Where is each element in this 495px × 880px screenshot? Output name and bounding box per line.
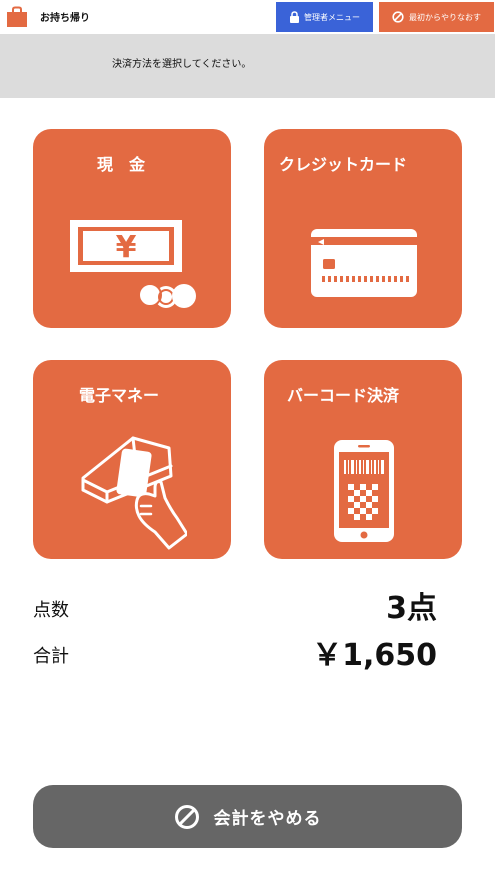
yen-symbol: ¥: [116, 230, 137, 265]
payment-emoney-button[interactable]: 電子マネー: [33, 360, 231, 559]
cash-icon: ¥: [70, 220, 196, 308]
restart-button[interactable]: 最初からやりなおす: [379, 2, 494, 32]
payment-cash-button[interactable]: 現 金 ¥: [33, 129, 231, 328]
payment-barcode-button[interactable]: バーコード決済: [264, 360, 462, 559]
total-value: ￥1,650: [312, 638, 437, 673]
admin-menu-label: 管理者メニュー: [304, 12, 360, 22]
prohibit-icon: [174, 804, 199, 829]
admin-menu-button[interactable]: 管理者メニュー: [276, 2, 373, 32]
mode-label: お持ち帰り: [40, 13, 90, 24]
payment-emoney-label: 電子マネー: [79, 386, 160, 405]
prohibit-icon: [392, 11, 404, 23]
top-bar: お持ち帰り 管理者メニュー 最初からやりなおす: [0, 0, 495, 34]
payment-barcode-label: バーコード決済: [287, 386, 400, 405]
item-count-value: 3点: [386, 591, 437, 626]
payment-credit-card-button[interactable]: クレジットカード: [264, 129, 462, 328]
shopping-bag-icon: [7, 6, 27, 27]
emoney-reader-icon: [81, 436, 187, 550]
item-count-label: 点数: [33, 600, 69, 621]
lock-icon: [290, 11, 299, 23]
instruction-text: 決済方法を選択してください。: [112, 59, 252, 70]
cancel-checkout-label: 会計をやめる: [213, 809, 322, 829]
cancel-checkout-button[interactable]: 会計をやめる: [33, 785, 462, 848]
instruction-banner: 決済方法を選択してください。: [0, 34, 495, 98]
barcode-phone-icon: [334, 440, 394, 542]
payment-credit-card-label: クレジットカード: [279, 155, 408, 174]
credit-card-icon: [311, 229, 417, 297]
restart-label: 最初からやりなおす: [409, 12, 481, 22]
total-label: 合計: [33, 646, 69, 667]
payment-cash-label: 現 金: [97, 155, 146, 174]
